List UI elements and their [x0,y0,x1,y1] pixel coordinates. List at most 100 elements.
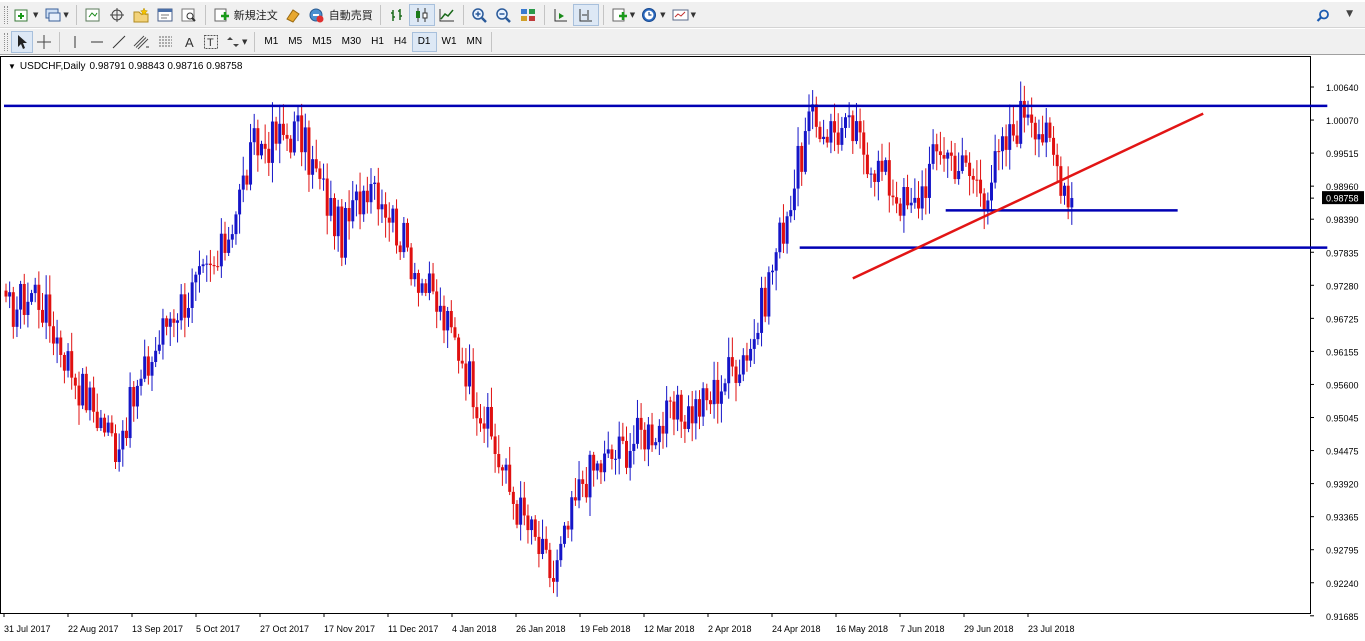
candle-body [763,287,767,317]
timeframe-m1[interactable]: M1 [259,32,283,52]
autoscroll-button[interactable] [549,4,573,26]
toolbar-grip[interactable] [4,32,8,51]
chart-shift-button[interactable] [572,3,599,26]
timeframe-mn[interactable]: MN [462,32,488,52]
periods-button[interactable]: ▼ [638,4,668,26]
vertical-line-button[interactable] [64,31,86,53]
candle-body [541,538,545,555]
candle-body [245,175,249,185]
bar-chart-button[interactable] [385,4,409,26]
new-order-button[interactable]: 新規注文 [210,4,281,26]
candle-body [552,578,555,582]
candle-body [103,417,107,433]
tile-windows-button[interactable] [516,4,540,26]
candle-body [270,121,274,163]
tile-windows-icon [519,7,537,23]
candle-body [457,337,461,361]
search-button[interactable] [1316,9,1330,26]
x-tick-label: 31 Jul 2017 [4,624,51,634]
candle-body [1063,185,1066,196]
terminal-window-icon [156,7,174,23]
candle-body [818,126,822,140]
candle-body [438,305,442,312]
candle-body [1066,185,1070,208]
indicators-button[interactable]: ▼ [608,4,638,26]
candle-body [975,179,979,181]
timeframe-h1[interactable]: H1 [366,32,389,52]
svg-text:A: A [185,35,194,50]
terminal-button[interactable] [153,4,177,26]
candle-body [676,394,680,420]
candle-body [84,373,88,411]
timeframe-h4[interactable]: H4 [389,32,412,52]
candle-body [471,361,475,408]
y-tick-label: 1.00070 [1326,116,1359,126]
candle-body [303,127,307,153]
candle-body [851,115,855,142]
trendline-button[interactable] [108,31,130,53]
fibonacci-button[interactable] [154,31,178,53]
crosshair-button[interactable] [33,31,55,53]
candle-body [880,160,884,172]
ohlc-values: 0.98791 0.98843 0.98716 0.98758 [89,61,243,72]
zoom-in-button[interactable] [468,4,492,26]
candle-body [712,379,716,405]
auto-trading-button[interactable]: 自動売買 [305,4,376,26]
zoom-out-button[interactable] [492,4,516,26]
timeframe-m30[interactable]: M30 [337,32,366,52]
chevron-down-icon: ▼ [629,10,636,19]
candle-body [902,187,906,216]
candle-body [227,239,231,253]
candle-body [614,458,618,460]
chart-window[interactable]: 1.00640 1.00070 0.99515 0.98960 0.98390 0.978… [0,56,1365,641]
separator [491,31,493,52]
line-chart-button[interactable] [435,4,459,26]
candle-body [33,284,37,294]
price-chart[interactable]: 1.00640 1.00070 0.99515 0.98960 0.98390 0.978… [0,56,1365,641]
timeframe-d1[interactable]: D1 [411,31,437,52]
y-tick-label: 0.98960 [1326,182,1359,192]
candle-body [365,190,369,203]
equidistant-channel-button[interactable] [130,31,154,53]
text-label-button[interactable]: T [200,31,222,53]
candle-body [621,436,625,441]
timeframe-w1[interactable]: W1 [437,32,462,52]
crosshair-icon [36,34,52,50]
navigator-button[interactable] [129,4,153,26]
horizontal-line-button[interactable] [86,31,108,53]
candle-body [511,491,515,504]
y-tick-label: 0.95600 [1326,380,1359,390]
candle-body [778,222,782,253]
candle-body [172,318,176,323]
candle-body [358,191,362,215]
candle-body [343,208,347,258]
candle-body [942,155,946,159]
candle-body [741,355,745,375]
timeframe-m15[interactable]: M15 [307,32,336,52]
templates-button[interactable]: ▼ [669,4,699,26]
x-tick-label: 11 Dec 2017 [388,624,438,634]
profiles-button[interactable]: ▼ [41,4,71,26]
arrows-button[interactable]: ▼ [222,31,250,53]
cursor-button[interactable] [11,30,33,53]
toolbar-options-chevron[interactable]: ▼ [1346,9,1353,19]
candle-body [701,388,705,417]
metaeditor-button[interactable] [281,4,305,26]
candle-body [690,406,694,424]
candle-body [486,406,490,429]
text-button[interactable]: A [178,31,200,53]
candle-body [106,422,110,433]
candle-body [650,424,654,446]
autoscroll-icon [552,7,570,23]
toolbar-grip[interactable] [4,5,8,24]
collapse-triangle-icon[interactable]: ▼ [8,62,16,71]
candle-body [351,200,355,222]
zoom-out-icon [495,7,513,23]
strategy-tester-button[interactable] [177,4,201,26]
timeframe-m5[interactable]: M5 [283,32,307,52]
candlestick-chart-button[interactable] [408,3,435,26]
candle-body [62,354,66,371]
data-window-button[interactable] [105,4,129,26]
new-chart-button[interactable]: ▼ [11,4,41,26]
market-watch-button[interactable] [81,4,105,26]
